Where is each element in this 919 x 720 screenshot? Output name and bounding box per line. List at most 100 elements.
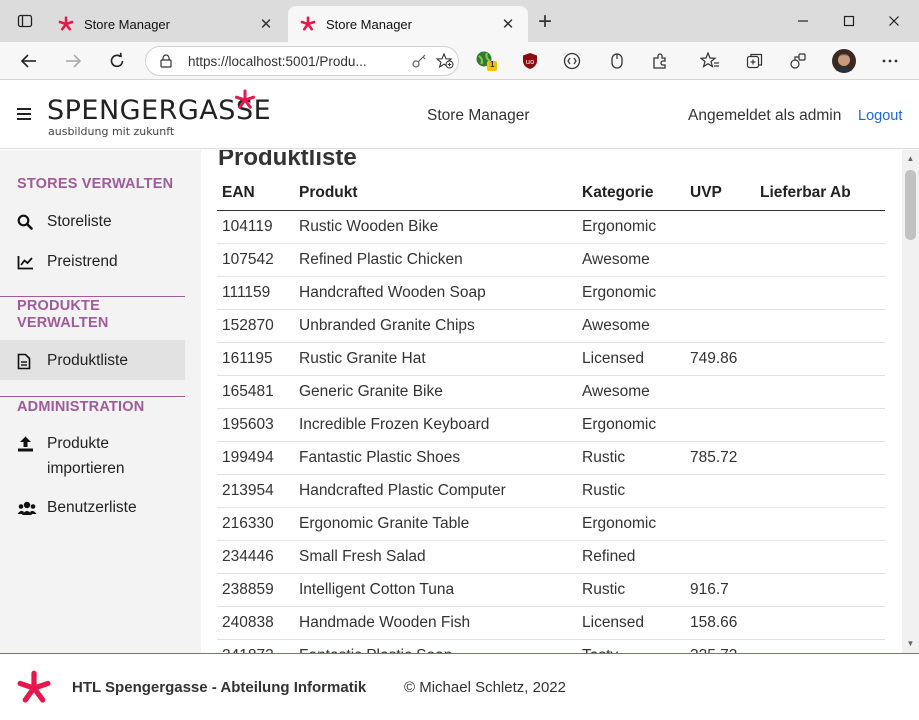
reload-icon[interactable]: [102, 46, 132, 76]
extensions-puzzle-icon[interactable]: [648, 50, 672, 72]
table-row[interactable]: 216330 Ergonomic Granite Table Ergonomic: [217, 507, 885, 541]
app-brand[interactable]: Store Manager: [427, 107, 530, 125]
table-row[interactable]: 152870 Unbranded Granite Chips Awesome: [217, 309, 885, 343]
cell-kategorie: Licensed: [577, 342, 685, 376]
cell-produkt: Rustic Granite Hat: [294, 342, 577, 376]
sidebar-item-label: Storeliste: [47, 213, 112, 230]
cell-produkt: Incredible Frozen Keyboard: [294, 408, 577, 442]
scroll-up-icon[interactable]: ▲: [902, 152, 919, 166]
scrollbar-thumb[interactable]: [905, 170, 916, 240]
table-row[interactable]: 107542 Refined Plastic Chicken Awesome: [217, 243, 885, 277]
cell-produkt: Intelligent Cotton Tuna: [294, 573, 577, 607]
column-header-kategorie[interactable]: Kategorie: [577, 176, 685, 211]
cell-uvp: [685, 474, 755, 508]
users-icon: [0, 498, 47, 518]
cell-uvp: 785.72: [685, 441, 755, 475]
new-tab-button[interactable]: +: [534, 8, 556, 36]
back-arrow-icon[interactable]: [14, 46, 44, 76]
favorites-icon[interactable]: [698, 50, 722, 72]
cell-ean: 216330: [217, 507, 294, 541]
close-icon[interactable]: [879, 0, 909, 42]
footer-copyright: © Michael Schletz, 2022: [404, 679, 566, 696]
cell-lieferbar-ab: [755, 309, 885, 343]
browser-tab-bar: Store Manager ✕ Store Manager ✕ +: [0, 0, 919, 42]
cell-uvp: 916.7: [685, 573, 755, 607]
cell-uvp: [685, 210, 755, 244]
sidebar-item-produktliste[interactable]: Produktliste: [0, 340, 185, 380]
search-icon: [0, 212, 47, 232]
upload-icon: [0, 434, 47, 454]
cell-uvp: 158.66: [685, 606, 755, 640]
more-options-icon[interactable]: [878, 50, 902, 72]
extension-mouse-icon[interactable]: [605, 50, 629, 72]
cell-uvp: [685, 243, 755, 277]
table-row[interactable]: 240838 Handmade Wooden Fish Licensed 158.66: [217, 606, 885, 640]
table-row[interactable]: 234446 Small Fresh Salad Refined: [217, 540, 885, 574]
cell-produkt: Generic Granite Bike: [294, 375, 577, 409]
cell-kategorie: Ergonomic: [577, 210, 685, 244]
forward-arrow-icon[interactable]: [58, 46, 88, 76]
sidebar-item-produkte-importieren[interactable]: Produkte importieren: [0, 434, 185, 482]
close-tab-icon[interactable]: ✕: [498, 15, 518, 33]
cell-kategorie: Refined: [577, 540, 685, 574]
sidebar-item-preistrend[interactable]: Preistrend: [0, 252, 185, 278]
tab-actions-icon[interactable]: [10, 0, 40, 42]
table-row[interactable]: 238859 Intelligent Cotton Tuna Rustic 916.7: [217, 573, 885, 607]
address-bar[interactable]: https://localhost:5001/Produ...: [145, 46, 459, 76]
cell-produkt: Ergonomic Granite Table: [294, 507, 577, 541]
sidebar-divider: [0, 396, 185, 397]
cell-ean: 107542: [217, 243, 294, 277]
scrollbar[interactable]: ▲ ▼: [902, 150, 919, 653]
tab-title: Store Manager: [84, 16, 170, 32]
collections-icon[interactable]: [743, 50, 767, 72]
key-icon[interactable]: [406, 53, 432, 69]
table-row[interactable]: 111159 Handcrafted Wooden Soap Ergonomic: [217, 276, 885, 310]
cell-lieferbar-ab: [755, 606, 885, 640]
logo-tagline: ausbildung mit zukunft: [48, 125, 175, 138]
browser-tab-1[interactable]: Store Manager ✕: [46, 6, 286, 42]
chart-line-icon: [0, 252, 47, 272]
cell-kategorie: Ergonomic: [577, 276, 685, 310]
extension-code-icon[interactable]: [560, 50, 584, 72]
sidebar-item-label: Benutzerliste: [47, 499, 137, 516]
scroll-down-icon[interactable]: ▼: [902, 637, 919, 651]
column-header-ean[interactable]: EAN: [217, 176, 294, 211]
sidebar-item-benutzerliste[interactable]: Benutzerliste: [0, 498, 185, 524]
cell-ean: 195603: [217, 408, 294, 442]
cell-uvp: 749.86: [685, 342, 755, 376]
table-row[interactable]: 213954 Handcrafted Plastic Computer Rustic: [217, 474, 885, 508]
cell-produkt: Unbranded Granite Chips: [294, 309, 577, 343]
cell-lieferbar-ab: [755, 276, 885, 310]
table-row[interactable]: 104119 Rustic Wooden Bike Ergonomic: [217, 210, 885, 244]
column-header-uvp[interactable]: UVP: [685, 176, 755, 211]
browser-tab-2[interactable]: Store Manager ✕: [288, 6, 528, 42]
sidebar-heading-administration: ADMINISTRATION: [17, 399, 145, 415]
table-row[interactable]: 165481 Generic Granite Bike Awesome: [217, 375, 885, 409]
cell-ean: 104119: [217, 210, 294, 244]
cell-lieferbar-ab: [755, 474, 885, 508]
column-header-lieferbar-ab[interactable]: Lieferbar Ab: [755, 176, 885, 211]
table-row[interactable]: 241873Fantastic Plastic SoapTasty335.73: [217, 639, 885, 653]
lock-icon[interactable]: [160, 54, 174, 68]
ublock-icon[interactable]: uo: [518, 50, 542, 72]
cell-uvp: 335.73: [685, 639, 755, 653]
table-row[interactable]: 199494 Fantastic Plastic Shoes Rustic 785.7…: [217, 441, 885, 475]
spengergasse-favicon-icon: [300, 16, 316, 32]
performance-icon[interactable]: [786, 50, 810, 72]
table-row[interactable]: 195603 Incredible Frozen Keyboard Ergonomi…: [217, 408, 885, 442]
add-favorite-icon[interactable]: [432, 53, 458, 69]
logout-link[interactable]: Logout: [858, 108, 902, 124]
profile-avatar-icon[interactable]: [831, 49, 857, 73]
maximize-icon[interactable]: [834, 0, 864, 42]
table-row[interactable]: 161195 Rustic Granite Hat Licensed 749.86: [217, 342, 885, 376]
spengergasse-logo[interactable]: SPENGERGASSE ausbildung mit zukunft: [47, 89, 271, 143]
tab-title: Store Manager: [326, 16, 412, 32]
close-tab-icon[interactable]: ✕: [256, 15, 276, 33]
menu-toggle-icon[interactable]: [17, 108, 31, 120]
column-header-produkt[interactable]: Produkt: [294, 176, 577, 211]
table-header-row: EAN Produkt Kategorie UVP Lieferbar Ab: [217, 176, 885, 211]
spengergasse-favicon-icon: [58, 16, 74, 32]
sidebar-item-storeliste[interactable]: Storeliste: [0, 212, 185, 238]
minimize-icon[interactable]: [788, 0, 818, 42]
extension-globe-icon[interactable]: 1: [474, 50, 498, 72]
